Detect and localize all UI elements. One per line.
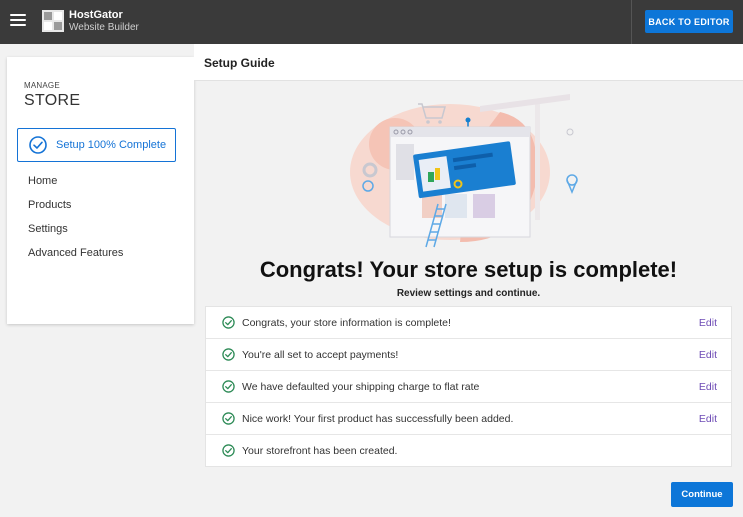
checklist-text: Nice work! Your first product has succes… <box>242 412 514 425</box>
continue-button[interactable]: Continue <box>671 482 733 507</box>
sidebar-item-settings[interactable]: Settings <box>28 223 68 235</box>
manage-label: MANAGE <box>24 81 60 90</box>
page-title: Setup Guide <box>204 56 275 70</box>
edit-link[interactable]: Edit <box>699 349 717 361</box>
checklist-text: We have defaulted your shipping charge t… <box>242 380 480 393</box>
topbar-divider <box>631 0 632 44</box>
store-label: STORE <box>24 92 81 109</box>
check-circle-icon <box>29 136 47 154</box>
sidebar-item-advanced-features[interactable]: Advanced Features <box>28 247 123 259</box>
store-setup-illustration <box>350 94 578 248</box>
congrats-heading: Congrats! Your store setup is complete! <box>259 257 678 282</box>
top-bar: HostGator Website Builder BACK TO EDITOR <box>0 0 743 44</box>
check-circle-icon <box>222 348 235 361</box>
setup-complete-button[interactable]: Setup 100% Complete <box>17 128 176 162</box>
manage-store-sidebar: MANAGE STORE Setup 100% Complete Home Pr… <box>7 57 194 324</box>
menu-icon[interactable] <box>10 14 26 28</box>
checklist-row: You're all set to accept payments! Edit <box>206 339 731 371</box>
hostgator-logo-icon <box>42 10 64 32</box>
back-to-editor-button[interactable]: BACK TO EDITOR <box>645 10 733 33</box>
brand: HostGator Website Builder <box>69 10 139 34</box>
setup-checklist: Congrats, your store information is comp… <box>205 306 732 467</box>
checklist-row: We have defaulted your shipping charge t… <box>206 371 731 403</box>
checklist-row: Congrats, your store information is comp… <box>206 307 731 339</box>
setup-guide-header: Setup Guide <box>194 44 743 81</box>
edit-link[interactable]: Edit <box>699 317 717 329</box>
sidebar-item-products[interactable]: Products <box>28 199 71 211</box>
checklist-text: You're all set to accept payments! <box>242 348 399 361</box>
checklist-row: Nice work! Your first product has succes… <box>206 403 731 435</box>
checklist-row: Your storefront has been created. <box>206 435 731 466</box>
check-circle-icon <box>222 444 235 457</box>
checklist-text: Your storefront has been created. <box>242 444 398 457</box>
check-circle-icon <box>222 380 235 393</box>
sidebar-item-home[interactable]: Home <box>28 175 57 187</box>
congrats-subtitle: Review settings and continue. <box>396 288 541 299</box>
setup-complete-label: Setup 100% Complete <box>56 139 167 151</box>
edit-link[interactable]: Edit <box>699 413 717 425</box>
check-circle-icon <box>222 412 235 425</box>
check-circle-icon <box>222 316 235 329</box>
checklist-text: Congrats, your store information is comp… <box>242 316 451 329</box>
brand-subtitle: Website Builder <box>69 22 139 33</box>
edit-link[interactable]: Edit <box>699 381 717 393</box>
brand-name: HostGator <box>69 9 123 21</box>
